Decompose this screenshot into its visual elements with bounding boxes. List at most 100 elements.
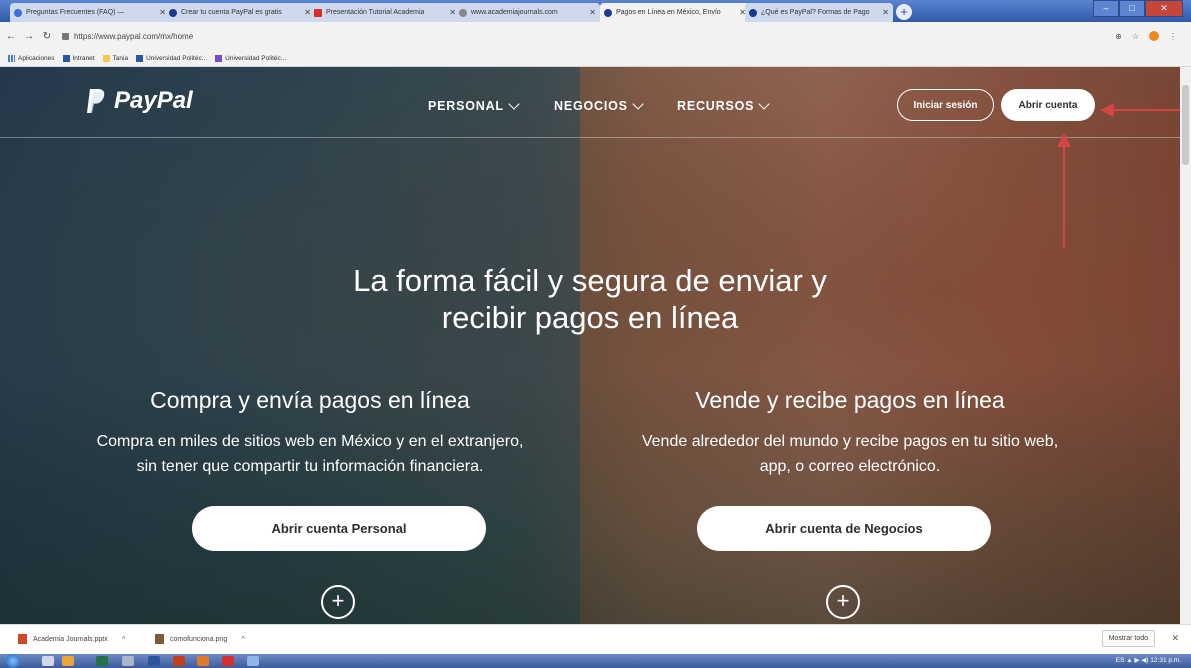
image-file-icon <box>155 634 164 644</box>
paypal-favicon-icon <box>169 8 177 17</box>
paypal-p-icon <box>87 89 105 113</box>
lock-icon <box>62 32 69 40</box>
url-field[interactable]: https://www.paypal.com/mx/home <box>62 32 193 41</box>
caret-up-icon[interactable]: ^ <box>122 635 126 644</box>
nav-recursos[interactable]: RECURSOS <box>677 98 770 113</box>
open-personal-account-button[interactable]: Abrir cuenta Personal <box>192 506 486 551</box>
maximize-icon[interactable]: □ <box>1119 0 1145 17</box>
login-button[interactable]: Iniciar sesión <box>897 89 994 121</box>
explorer-icon[interactable] <box>42 656 54 666</box>
chevron-down-icon <box>632 98 644 110</box>
download-item[interactable]: comofunciona.png ^ <box>155 634 245 644</box>
intranet-icon <box>136 54 144 62</box>
pptx-file-icon <box>18 634 27 644</box>
extension-icon[interactable] <box>1149 31 1159 41</box>
browser-tab[interactable]: Presentación Tutorial Academia ✕ <box>310 3 460 22</box>
personal-description: Compra en miles de sitios web en México … <box>80 429 540 479</box>
download-filename: comofunciona.png <box>170 635 228 643</box>
description-line: app, o correo electrónico. <box>759 458 941 475</box>
browser-tab[interactable]: Crear tu cuenta PayPal es gratis ✕ <box>165 3 315 22</box>
tab-close-icon[interactable]: ✕ <box>586 8 596 17</box>
tab-close-icon[interactable]: ✕ <box>879 8 889 17</box>
powerpoint-icon[interactable] <box>173 656 185 666</box>
paypal-favicon-icon <box>604 8 612 17</box>
hero-headline: La forma fácil y segura de enviar y reci… <box>280 262 900 336</box>
signup-button[interactable]: Abrir cuenta <box>1001 89 1095 121</box>
bookmark-item[interactable]: Tania <box>102 54 129 62</box>
headline-line: La forma fácil y segura de enviar y <box>353 263 827 298</box>
windows-taskbar: ES ▲ ▶ ◀) 12:31 p.m. <box>0 654 1191 668</box>
personal-title: Compra y envía pagos en línea <box>150 387 470 413</box>
browser-tab[interactable]: Preguntas Frecuentes (FAQ) — ✕ <box>10 3 170 22</box>
gmail-favicon-icon <box>314 8 322 17</box>
chrome-icon[interactable] <box>62 656 74 666</box>
app-icon[interactable] <box>122 656 134 666</box>
paypal-favicon-icon <box>749 8 757 17</box>
description-line: sin tener que compartir tu información f… <box>136 458 484 475</box>
nav-negocios[interactable]: NEGOCIOS <box>554 98 644 113</box>
browser-tab[interactable]: ¿Qué es PayPal? Formas de Pago ✕ <box>745 3 893 22</box>
browser-tab-strip: Preguntas Frecuentes (FAQ) — ✕ Crear tu … <box>0 0 1191 22</box>
minimize-icon[interactable]: – <box>1093 0 1119 17</box>
intranet-icon <box>62 54 70 62</box>
nav-personal[interactable]: PERSONAL <box>428 98 520 113</box>
apps-grid-icon <box>8 54 15 62</box>
tab-title: Crear tu cuenta PayPal es gratis <box>181 9 282 16</box>
caret-up-icon[interactable]: ^ <box>241 635 245 644</box>
bookmark-label: Universidad Politéc... <box>225 54 287 62</box>
menu-dots-icon[interactable]: ⋮ <box>1169 32 1177 41</box>
bookmark-item[interactable]: Aplicaciones <box>8 54 55 62</box>
description-line: Compra en miles de sitios web en México … <box>96 433 524 450</box>
bookmarks-bar: Aplicaciones Intranet Tania Universidad … <box>0 50 1191 67</box>
system-tray: ES ▲ ▶ ◀) 12:31 p.m. <box>1115 657 1181 664</box>
site-favicon-icon <box>14 8 22 17</box>
business-description: Vende alrededor del mundo y recibe pagos… <box>605 429 1095 479</box>
bookmark-item[interactable]: Universidad Politéc... <box>136 54 207 62</box>
firefox-icon[interactable] <box>197 656 209 666</box>
expand-personal-plus-icon[interactable]: + <box>321 585 355 619</box>
download-filename: Academia Journals.pptx <box>33 635 108 643</box>
tab-title: www.academiajournals.com <box>471 9 558 16</box>
tab-title: Preguntas Frecuentes (FAQ) — <box>26 9 125 16</box>
folder-icon <box>102 54 110 62</box>
university-icon <box>215 54 223 62</box>
bookmark-star-icon[interactable]: ☆ <box>1132 32 1139 41</box>
annotation-arrow-vertical <box>1063 139 1065 249</box>
reload-icon[interactable]: ↻ <box>40 31 54 42</box>
download-bar: Academia Journals.pptx ^ comofunciona.pn… <box>0 624 1191 655</box>
headline-line: recibir pagos en línea <box>441 300 739 335</box>
snipping-icon[interactable] <box>247 656 259 666</box>
zoom-icon[interactable]: ⊕ <box>1115 32 1122 41</box>
tab-title: Pagos en Línea en México, Envío <box>616 9 721 16</box>
business-title: Vende y recibe pagos en línea <box>695 387 1005 413</box>
acrobat-icon[interactable] <box>222 656 234 666</box>
new-tab-button[interactable]: + <box>896 4 912 20</box>
excel-icon[interactable] <box>96 656 108 666</box>
bookmark-item[interactable]: Intranet <box>62 54 95 62</box>
browser-tab-active[interactable]: Pagos en Línea en México, Envío ✕ <box>600 3 750 22</box>
scrollbar-thumb[interactable] <box>1182 85 1189 165</box>
bookmark-label: Intranet <box>72 54 95 62</box>
back-icon[interactable]: ← <box>4 31 18 42</box>
download-item[interactable]: Academia Journals.pptx ^ <box>18 634 125 644</box>
bookmark-item[interactable]: Universidad Politéc... <box>215 54 287 62</box>
show-all-downloads-button[interactable]: Mostrar todo <box>1101 630 1155 647</box>
word-icon[interactable] <box>148 656 160 666</box>
bookmark-label: Tania <box>112 54 129 62</box>
expand-business-plus-icon[interactable]: + <box>826 585 860 619</box>
open-business-account-button[interactable]: Abrir cuenta de Negocios <box>697 506 991 551</box>
browser-tab[interactable]: www.academiajournals.com ✕ <box>455 3 600 22</box>
start-button-icon[interactable] <box>6 654 20 668</box>
nav-label: PERSONAL <box>428 99 504 113</box>
page-scrollbar[interactable] <box>1180 67 1191 624</box>
close-window-icon[interactable]: ✕ <box>1145 0 1183 17</box>
bookmark-label: Aplicaciones <box>18 54 55 62</box>
window-controls: – □ ✕ <box>1093 0 1183 17</box>
chevron-down-icon <box>758 98 770 110</box>
annotation-arrow-horizontal <box>1110 109 1180 111</box>
close-download-bar-icon[interactable]: ✕ <box>1171 633 1179 644</box>
forward-icon[interactable]: → <box>22 31 36 42</box>
globe-favicon-icon <box>459 8 467 17</box>
paypal-logo[interactable]: PayPal <box>86 87 193 115</box>
arrowhead-up-icon <box>1057 133 1071 147</box>
